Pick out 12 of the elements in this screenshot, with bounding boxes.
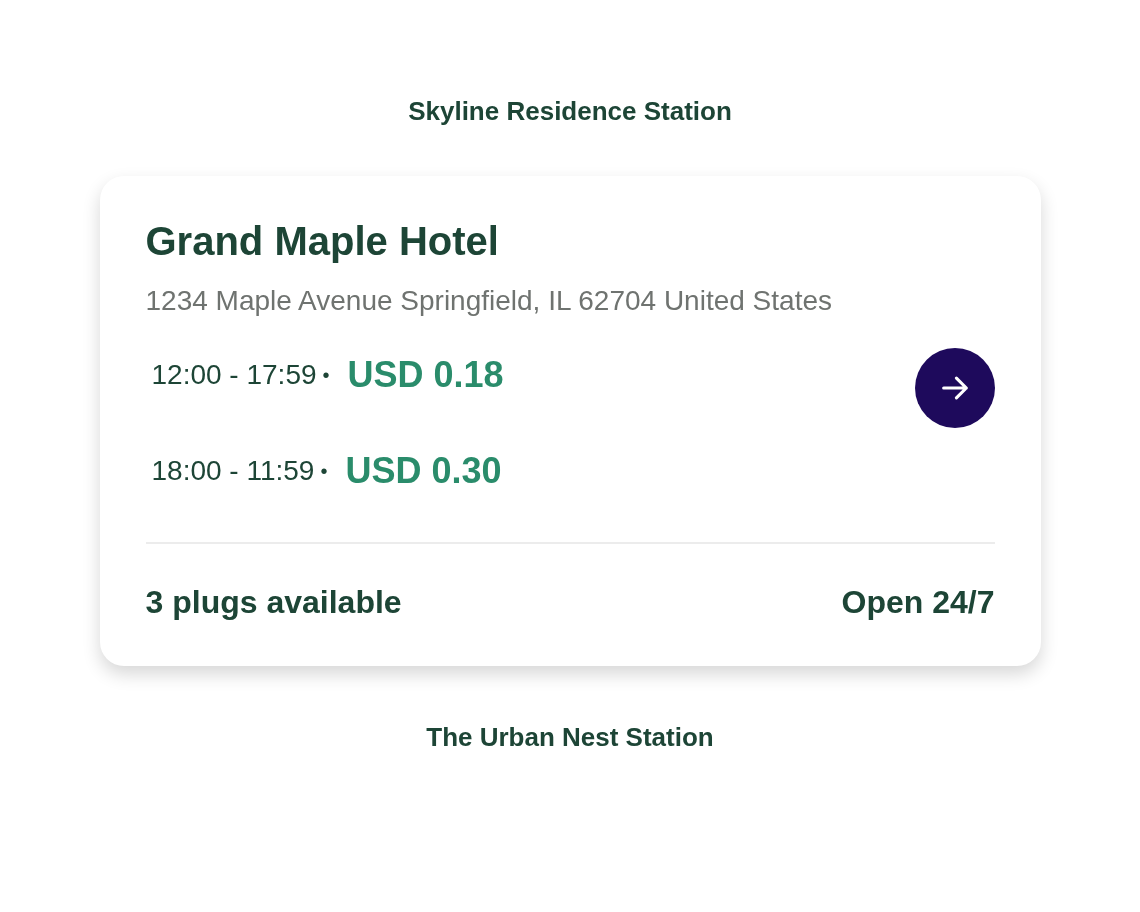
time-range: 18:00 - 11:59 [151, 454, 315, 488]
hotel-title: Grand Maple Hotel [145, 218, 500, 265]
hotel-address: 1234 Maple Avenue Springfield, IL 62704 United States [145, 284, 833, 318]
plugs-available: 3 plugs available [145, 583, 402, 622]
price: USD 0.30 [345, 449, 502, 493]
separator-dot: • [320, 459, 328, 484]
station-name: Skyline Residence Station [408, 95, 732, 128]
station-name: The Urban Nest Station [426, 721, 714, 754]
price: USD 0.18 [347, 353, 504, 397]
opening-hours: Open 24/7 [841, 583, 995, 622]
separator-dot: • [322, 363, 330, 388]
time-range: 12:00 - 17:59 [151, 358, 317, 392]
